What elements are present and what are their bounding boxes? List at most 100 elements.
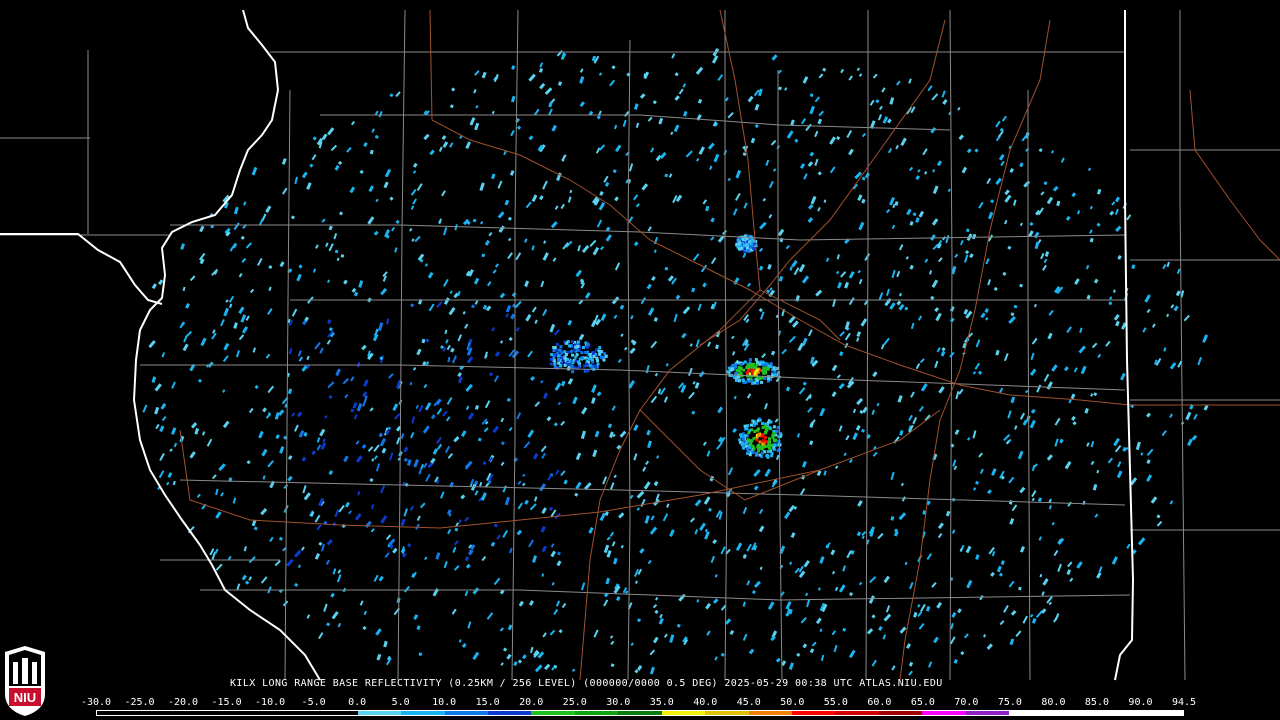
echo-speck bbox=[839, 331, 845, 337]
echo-speck bbox=[240, 314, 247, 323]
echo-speck bbox=[201, 431, 206, 436]
storm-cell-pixel bbox=[757, 434, 761, 437]
echo-speck bbox=[388, 373, 394, 379]
echo-speck bbox=[777, 228, 785, 237]
echo-speck bbox=[838, 425, 843, 432]
echo-speck bbox=[811, 641, 817, 647]
echo-speck bbox=[335, 368, 341, 377]
echo-speck bbox=[610, 640, 615, 646]
echo-speck bbox=[761, 353, 767, 359]
echo-speck bbox=[836, 135, 841, 141]
echo-speck bbox=[795, 295, 800, 302]
echo-speck bbox=[917, 604, 921, 608]
echo-speck bbox=[298, 356, 304, 362]
echo-speck bbox=[253, 526, 258, 531]
echo-speck bbox=[796, 433, 801, 438]
echo-speck bbox=[416, 515, 421, 521]
echo-speck bbox=[1023, 180, 1031, 188]
echo-speck bbox=[465, 563, 471, 569]
echo-speck bbox=[328, 243, 334, 252]
storm-cell-pixel bbox=[764, 424, 767, 428]
echo-speck bbox=[286, 558, 294, 567]
storm-cell-pixel bbox=[739, 367, 743, 371]
echo-speck bbox=[1022, 615, 1028, 624]
echo-speck bbox=[296, 273, 302, 282]
echo-speck bbox=[1048, 505, 1052, 510]
echo-speck bbox=[856, 531, 862, 537]
echo-speck bbox=[682, 306, 691, 315]
echo-speck bbox=[669, 634, 675, 643]
storm-cell-pixel bbox=[571, 353, 575, 357]
echo-speck bbox=[584, 292, 591, 299]
echo-speck bbox=[444, 445, 451, 453]
storm-cell-pixel bbox=[746, 246, 750, 250]
echo-speck bbox=[712, 539, 718, 545]
echo-speck bbox=[609, 531, 615, 537]
echo-speck bbox=[910, 391, 915, 398]
echo-speck bbox=[702, 199, 708, 205]
echo-speck bbox=[442, 410, 448, 417]
echo-speck bbox=[705, 205, 710, 212]
echo-speck bbox=[267, 308, 273, 315]
echo-speck bbox=[974, 148, 979, 153]
echo-speck bbox=[331, 611, 339, 620]
echo-speck bbox=[1080, 365, 1087, 375]
echo-speck bbox=[635, 122, 640, 128]
echo-speck bbox=[692, 381, 696, 385]
echo-speck bbox=[875, 99, 880, 104]
echo-speck bbox=[1094, 513, 1099, 518]
echo-speck bbox=[484, 239, 490, 246]
echo-speck bbox=[877, 532, 884, 540]
echo-speck bbox=[1079, 327, 1083, 333]
echo-speck bbox=[1070, 393, 1076, 400]
echo-speck bbox=[858, 278, 863, 285]
echo-speck bbox=[425, 338, 430, 343]
echo-speck bbox=[654, 609, 659, 615]
storm-cell-pixel bbox=[753, 430, 757, 433]
echo-speck bbox=[759, 311, 765, 320]
storm-cell-pixel bbox=[762, 442, 766, 446]
echo-speck bbox=[931, 93, 939, 101]
echo-speck bbox=[966, 148, 972, 154]
echo-speck bbox=[418, 652, 423, 657]
radar-map bbox=[0, 9, 1280, 681]
echo-speck bbox=[242, 326, 249, 334]
product-caption: KILX LONG RANGE BASE REFLECTIVITY (0.25K… bbox=[230, 678, 943, 689]
echo-speck bbox=[993, 286, 998, 291]
scale-label: 15.0 bbox=[475, 697, 500, 708]
echo-speck bbox=[516, 529, 523, 536]
storm-cell-pixel bbox=[747, 249, 751, 253]
echo-speck bbox=[1113, 289, 1116, 293]
echo-speck bbox=[936, 601, 943, 609]
echo-speck bbox=[473, 277, 480, 285]
echo-speck bbox=[778, 275, 784, 282]
echo-speck bbox=[316, 524, 322, 531]
echo-speck bbox=[710, 217, 715, 223]
echo-speck bbox=[636, 490, 645, 499]
echo-speck bbox=[262, 407, 267, 413]
echo-speck bbox=[182, 343, 189, 352]
storm-cell-pixel bbox=[755, 368, 759, 372]
storm-cell-pixel bbox=[571, 370, 575, 374]
storm-cell-pixel bbox=[755, 438, 759, 442]
echo-speck bbox=[901, 496, 906, 502]
echo-speck bbox=[692, 253, 700, 261]
echo-speck bbox=[834, 465, 839, 470]
echo-speck bbox=[363, 610, 367, 616]
reflectivity-scale-labels: -30.0 -25.0 -20.0 -15.0 -10.0 -5.0 0.0 5.0 10.0 1… bbox=[81, 697, 1196, 709]
echo-speck bbox=[697, 98, 703, 104]
echo-speck bbox=[791, 260, 798, 268]
echo-speck bbox=[414, 235, 421, 243]
echo-speck bbox=[211, 332, 217, 340]
echo-speck bbox=[691, 410, 696, 415]
echo-speck bbox=[453, 565, 460, 571]
echo-speck bbox=[735, 169, 742, 179]
echo-speck bbox=[1115, 225, 1122, 233]
echo-speck bbox=[1135, 441, 1141, 451]
echo-speck bbox=[574, 492, 579, 497]
echo-speck bbox=[528, 135, 534, 141]
scale-label: 65.0 bbox=[910, 697, 935, 708]
echo-speck bbox=[1009, 518, 1015, 525]
echo-speck bbox=[395, 91, 401, 98]
storm-cell-pixel bbox=[754, 451, 758, 455]
